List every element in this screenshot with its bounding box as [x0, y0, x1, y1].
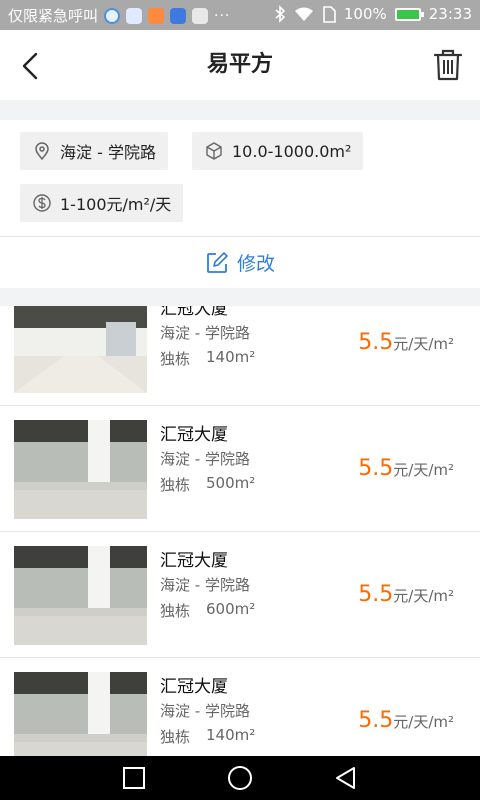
price-unit: 元/天/m²: [393, 461, 454, 479]
status-bar: 仅限紧急呼叫 ··· 100% 23:33: [0, 0, 480, 30]
edit-icon: [207, 251, 228, 273]
status-left: 仅限紧急呼叫 ···: [8, 5, 230, 26]
listing-price: 5.5 元/天/m²: [358, 456, 454, 481]
listing-price: 5.5 元/天/m²: [358, 330, 454, 355]
battery-icon: [394, 7, 424, 21]
listing-type: 独栋: [160, 350, 191, 368]
back-nav-button[interactable]: [332, 764, 360, 792]
weibo-app-icon: [148, 7, 165, 24]
listing-type: 独栋: [160, 602, 191, 620]
listing-address: 海淀 - 学院路: [160, 702, 250, 720]
more-notifications: ···: [214, 7, 231, 24]
listing-item[interactable]: 汇冠大厦 海淀 - 学院路 独栋 600m² 5.5 元/天/m²: [0, 532, 480, 658]
listing-list[interactable]: 汇冠大厦 海淀 - 学院路 独栋 140m² 5.5 元/天/m² 汇冠大厦 海…: [0, 306, 480, 756]
listing-area: 500m²: [206, 474, 256, 492]
circle-icon: [228, 766, 252, 790]
edit-label: 修改: [236, 253, 275, 275]
price-unit: 元/天/m²: [393, 335, 454, 353]
listing-area: 600m²: [206, 600, 256, 618]
clock: 23:33: [428, 5, 472, 23]
listing-name: 汇冠大厦: [160, 425, 228, 445]
area-chip: 10.0-1000.0m²: [192, 132, 364, 170]
carrier-text: 仅限紧急呼叫: [8, 7, 99, 25]
price-unit: 元/天/m²: [393, 713, 454, 731]
app-header: 易平方: [0, 30, 480, 100]
price-value: 5.5: [358, 330, 394, 355]
listing-meta: 独栋 600m²: [160, 600, 255, 621]
listing-photo: [14, 546, 147, 645]
price-value: 5.5: [358, 456, 394, 481]
status-right: 100% 23:33: [274, 5, 472, 23]
spacer: [0, 100, 480, 120]
listing-photo: [14, 420, 147, 519]
area-text: 10.0-1000.0m²: [232, 141, 352, 161]
spacer: [0, 288, 480, 306]
listing-item[interactable]: 汇冠大厦 海淀 - 学院路 独栋 140m² 5.5 元/天/m²: [0, 658, 480, 756]
chevron-left-icon: [22, 52, 38, 80]
wifi-icon: [294, 7, 313, 21]
location-text: 海淀 - 学院路: [60, 143, 156, 162]
location-chip: 海淀 - 学院路: [20, 132, 168, 170]
bluetooth-icon: [275, 5, 286, 23]
image-app-icon: [170, 7, 187, 24]
price-value: 5.5: [358, 708, 394, 733]
cube-icon: [206, 142, 222, 160]
price-range-text: 1-100元/m²/天: [60, 195, 172, 214]
dollar-icon: [33, 194, 51, 212]
listing-address: 海淀 - 学院路: [160, 324, 250, 342]
usb-icon: [192, 7, 209, 24]
filter-panel: 海淀 - 学院路 10.0-1000.0m² 1-100元/m²/天: [0, 120, 480, 236]
baidu-app-icon: [126, 7, 143, 24]
listing-price: 5.5 元/天/m²: [358, 582, 454, 607]
price-value: 5.5: [358, 582, 394, 607]
battery-percent: 100%: [343, 5, 387, 23]
square-icon: [123, 767, 145, 789]
notification-app-icon: [104, 7, 121, 24]
listing-name: 汇冠大厦: [160, 306, 228, 319]
home-button[interactable]: [226, 764, 254, 792]
listing-name: 汇冠大厦: [160, 677, 228, 697]
listing-item[interactable]: 汇冠大厦 海淀 - 学院路 独栋 500m² 5.5 元/天/m²: [0, 406, 480, 532]
back-button[interactable]: [14, 48, 50, 84]
listing-address: 海淀 - 学院路: [160, 576, 250, 594]
listing-meta: 独栋 140m²: [160, 726, 255, 747]
listing-type: 独栋: [160, 476, 191, 494]
listing-photo: [14, 672, 147, 756]
listing-meta: 独栋 500m²: [160, 474, 255, 495]
price-chip: 1-100元/m²/天: [20, 184, 184, 222]
listing-area: 140m²: [206, 726, 256, 744]
listing-area: 140m²: [206, 348, 256, 366]
listing-address: 海淀 - 学院路: [160, 450, 250, 468]
price-unit: 元/天/m²: [393, 587, 454, 605]
page-title: 易平方: [206, 52, 273, 77]
edit-button[interactable]: 修改: [0, 236, 480, 288]
listing-name: 汇冠大厦: [160, 551, 228, 571]
triangle-back-icon: [336, 767, 355, 789]
recents-button[interactable]: [120, 764, 148, 792]
system-nav-bar: [0, 756, 480, 800]
listing-price: 5.5 元/天/m²: [358, 708, 454, 733]
listing-item[interactable]: 汇冠大厦 海淀 - 学院路 独栋 140m² 5.5 元/天/m²: [0, 306, 480, 406]
listing-meta: 独栋 140m²: [160, 348, 255, 369]
trash-icon: [433, 49, 463, 81]
delete-button[interactable]: [432, 48, 464, 82]
listing-type: 独栋: [160, 728, 191, 746]
location-pin-icon: [35, 142, 49, 161]
sim-icon: [323, 5, 336, 23]
listing-photo: [14, 306, 147, 393]
